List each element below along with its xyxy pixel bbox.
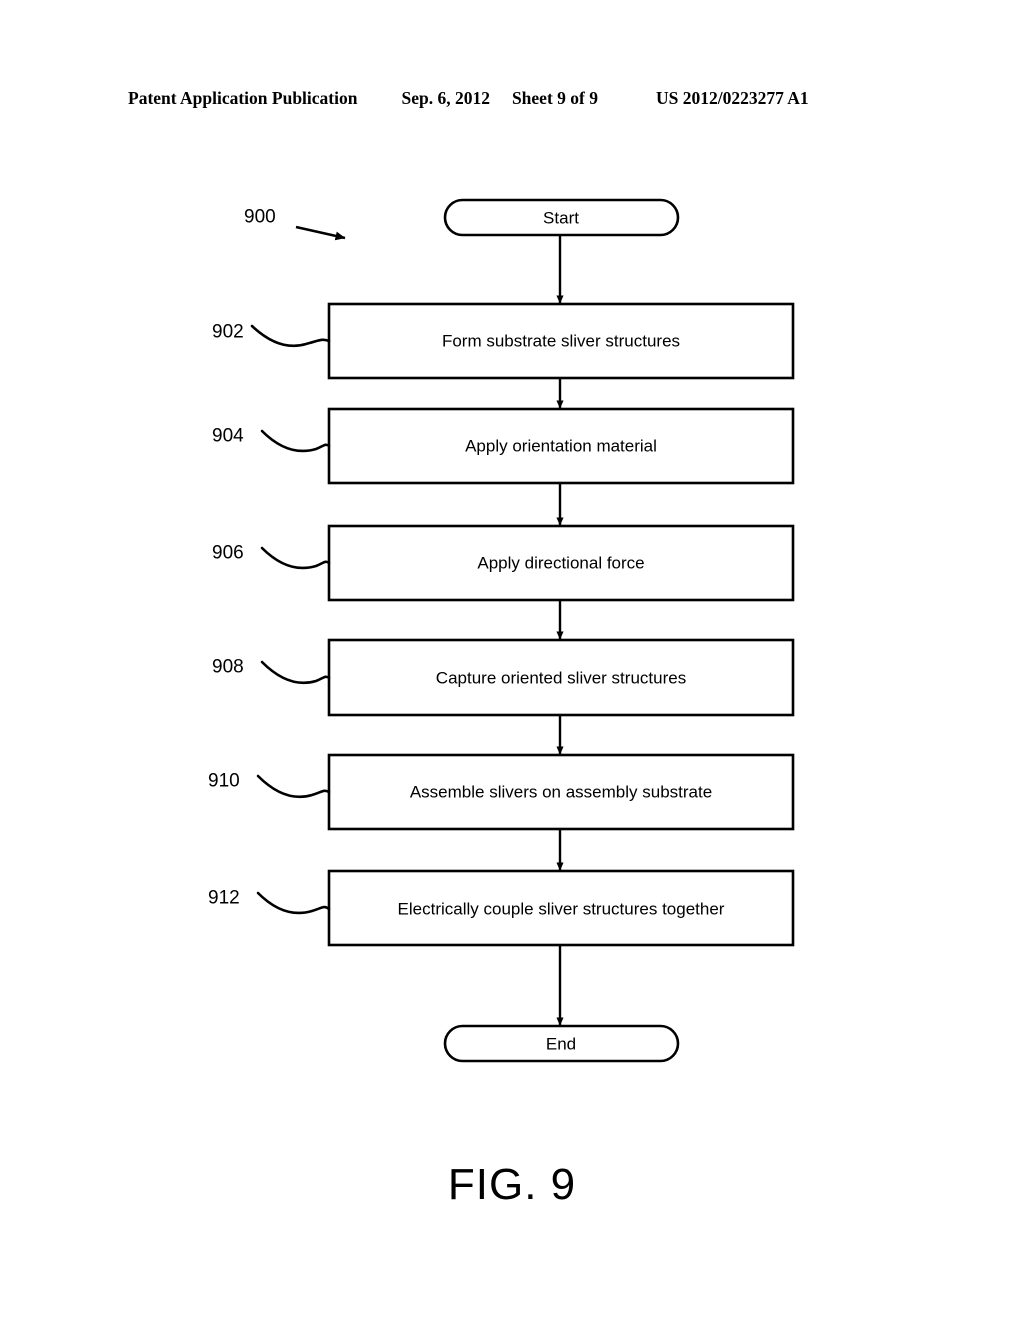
- end-terminator-label: End: [545, 1034, 577, 1054]
- leader-line-902: [250, 324, 331, 348]
- leader-line-908: [260, 660, 331, 685]
- process-label-908: Capture oriented sliver structures: [435, 668, 687, 688]
- reference-number-908: 908: [212, 656, 244, 678]
- leader-line-906: [260, 546, 331, 570]
- reference-number-902: 902: [212, 321, 244, 343]
- leader-line-904: [260, 429, 331, 453]
- process-label-906: Apply directional force: [477, 553, 645, 573]
- figure-caption: FIG. 9: [447, 1160, 577, 1209]
- process-label-904: Apply orientation material: [465, 436, 657, 456]
- start-terminator-label: Start: [543, 208, 579, 228]
- figure-reference-arrow: [295, 225, 346, 241]
- process-label-910: Assemble slivers on assembly substrate: [409, 782, 713, 802]
- patent-figure-page: Patent Application Publication Sep. 6, 2…: [0, 0, 1024, 1320]
- figure-reference-number: 900: [244, 206, 276, 228]
- flowchart-graphic: [250, 198, 795, 1063]
- reference-number-906: 906: [212, 542, 244, 564]
- leader-line-910: [256, 774, 331, 799]
- reference-number-912: 912: [208, 887, 240, 909]
- process-label-902: Form substrate sliver structures: [441, 331, 681, 351]
- process-label-912: Electrically couple sliver structures to…: [397, 899, 725, 919]
- leader-line-912: [256, 891, 331, 915]
- reference-number-910: 910: [208, 770, 240, 792]
- reference-number-904: 904: [212, 425, 244, 447]
